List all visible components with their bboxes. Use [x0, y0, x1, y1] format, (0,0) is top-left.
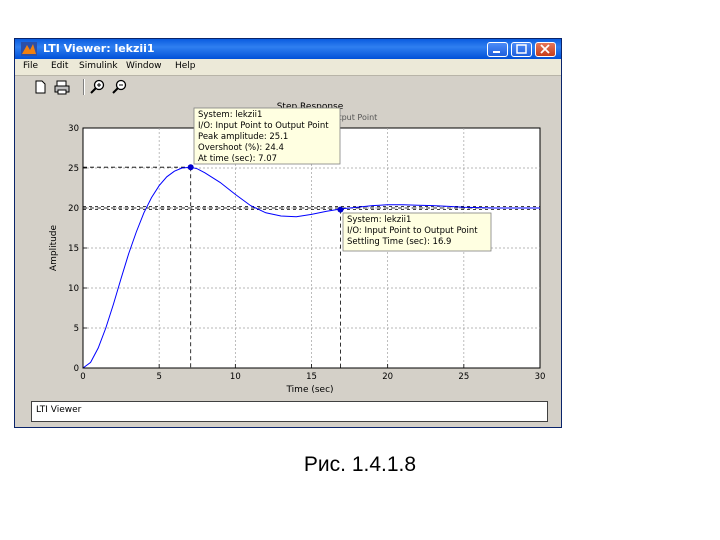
peak-tooltip-io: I/O: Input Point to Output Point [198, 121, 329, 131]
y-tick-label: 15 [68, 244, 79, 254]
zoom-out-icon[interactable] [111, 79, 129, 95]
title-bar[interactable]: LTI Viewer: lekzii1 [15, 39, 561, 59]
toolbar-separator [83, 79, 85, 95]
peak-tooltip-system: System: lekzii1 [198, 110, 262, 120]
toolbar [15, 76, 561, 98]
figure-caption: Рис. 1.4.1.8 [303, 453, 417, 476]
peak-tooltip-amplitude: Peak amplitude: 25.1 [198, 132, 288, 142]
x-tick-label: 30 [535, 372, 546, 382]
x-tick-label: 0 [80, 372, 85, 382]
menu-window[interactable]: Window [126, 61, 162, 71]
menu-file[interactable]: File [23, 61, 38, 71]
peak-marker[interactable] [187, 164, 194, 171]
status-text: LTI Viewer [36, 405, 82, 415]
y-tick-label: 30 [68, 124, 79, 134]
y-tick-label: 20 [68, 204, 79, 214]
y-tick-label: 25 [68, 164, 79, 174]
peak-tooltip-time: At time (sec): 7.07 [198, 154, 277, 164]
settling-marker[interactable] [337, 206, 344, 213]
settling-tooltip: System: lekzii1 I/O: Input Point to Outp… [342, 212, 492, 252]
y-tick-label: 5 [74, 324, 79, 334]
status-bar: LTI Viewer [31, 401, 548, 422]
x-tick-label: 10 [230, 372, 241, 382]
x-axis-label: Time (sec) [285, 385, 333, 395]
menu-simulink[interactable]: Simulink [79, 61, 118, 71]
menu-help[interactable]: Help [175, 61, 196, 71]
settling-tooltip-io: I/O: Input Point to Output Point [347, 226, 478, 236]
maximize-button[interactable] [511, 42, 532, 57]
menu-bar: File Edit Simulink Window Help [15, 59, 561, 76]
new-file-icon[interactable] [31, 79, 49, 95]
matlab-logo-icon [21, 42, 37, 56]
printer-icon[interactable] [53, 79, 71, 95]
zoom-in-icon[interactable] [89, 79, 107, 95]
window-title: LTI Viewer: lekzii1 [43, 42, 155, 55]
x-tick-label: 20 [382, 372, 393, 382]
minimize-icon [493, 51, 500, 53]
x-tick-label: 15 [306, 372, 317, 382]
settling-tooltip-system: System: lekzii1 [347, 215, 411, 225]
settling-tooltip-time: Settling Time (sec): 16.9 [347, 237, 451, 247]
minimize-button[interactable] [487, 42, 508, 57]
x-tick-label: 5 [156, 372, 161, 382]
peak-tooltip: System: lekzii1 I/O: Input Point to Outp… [193, 107, 341, 165]
y-tick-label: 0 [74, 364, 79, 374]
maximize-icon [516, 44, 527, 54]
y-axis-label: Amplitude [49, 224, 59, 271]
close-icon [540, 44, 550, 54]
x-tick-label: 25 [458, 372, 469, 382]
step-response-chart[interactable]: 051015202530051015202530 Step Response F… [40, 98, 560, 400]
close-button[interactable] [535, 42, 556, 57]
y-tick-label: 10 [68, 284, 79, 294]
peak-tooltip-overshoot: Overshoot (%): 24.4 [198, 143, 284, 153]
menu-edit[interactable]: Edit [51, 61, 68, 71]
